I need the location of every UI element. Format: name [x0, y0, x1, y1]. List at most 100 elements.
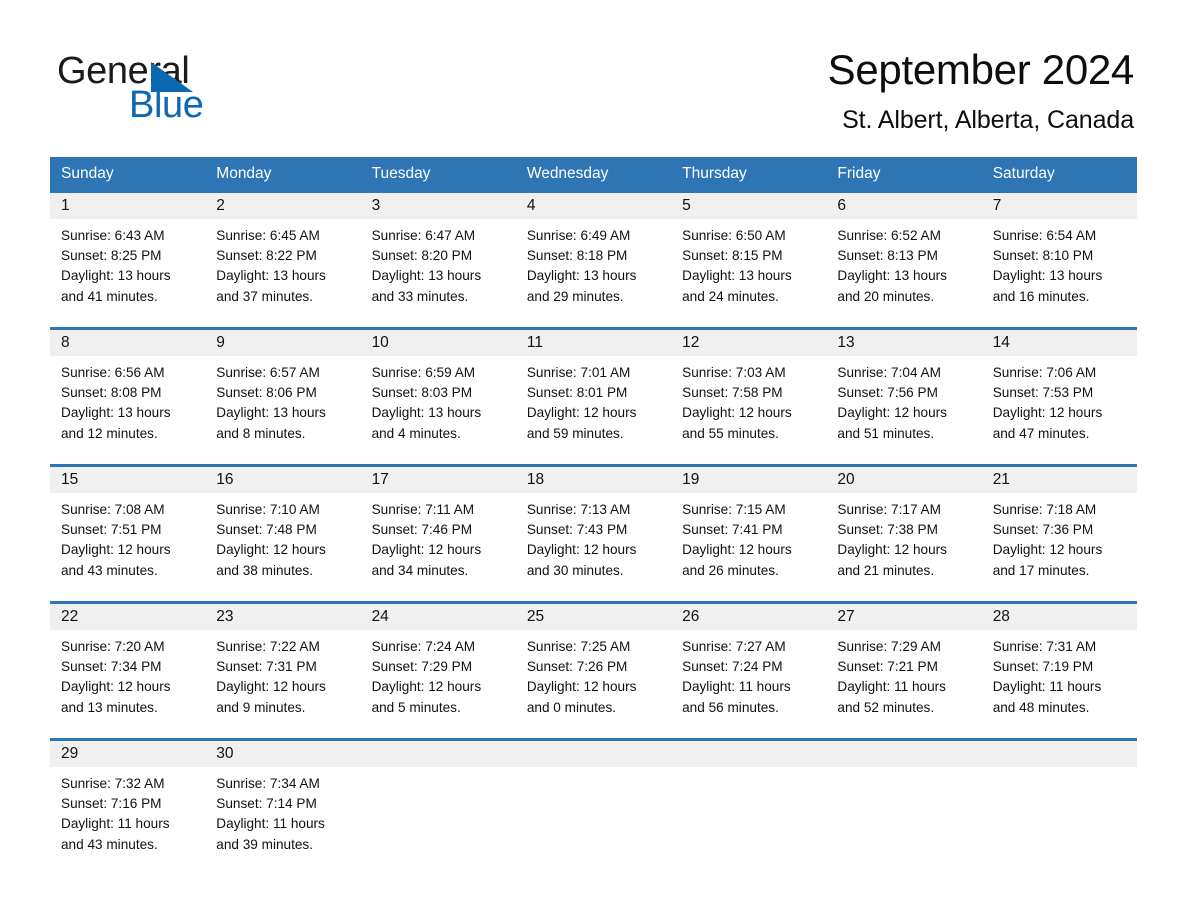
- page-header: General Blue September 2024 St. Albert, …: [0, 0, 1188, 156]
- day-number[interactable]: 27: [826, 604, 981, 630]
- sunrise-text: Sunrise: 7:01 AM: [526, 365, 631, 380]
- calendar-week-row: 1 2 3 4 5 6 7 Sunrise: 6:43 AM Sunset: 8…: [50, 190, 1137, 327]
- daylight-text: Daylight: 13 hours and 20 minutes.: [837, 268, 947, 304]
- sunrise-text: Sunrise: 7:10 AM: [216, 502, 320, 517]
- sunset-text: Sunset: 7:24 PM: [682, 659, 783, 675]
- day-number[interactable]: 17: [361, 467, 516, 493]
- day-number[interactable]: 18: [516, 467, 671, 493]
- daylight-text: Daylight: 12 hours and 9 minutes.: [216, 679, 326, 715]
- day-number[interactable]: 7: [982, 193, 1137, 219]
- sunrise-text: Sunrise: 6:47 AM: [371, 228, 476, 243]
- sunset-text: Sunset: 7:58 PM: [682, 385, 783, 401]
- day-number[interactable]: 9: [205, 330, 360, 356]
- day-cell: Sunrise: 7:22 AM Sunset: 7:31 PM Dayligh…: [205, 630, 360, 738]
- day-cell-empty: [671, 767, 826, 875]
- daylight-text: Daylight: 12 hours and 47 minutes.: [992, 405, 1103, 441]
- day-number-empty: [826, 741, 981, 767]
- day-cell: Sunrise: 6:54 AM Sunset: 8:10 PM Dayligh…: [982, 219, 1137, 327]
- sunrise-text: Sunrise: 6:59 AM: [371, 365, 476, 380]
- sunrise-text: Sunrise: 7:04 AM: [837, 365, 941, 380]
- daylight-text: Daylight: 12 hours and 38 minutes.: [216, 542, 326, 578]
- day-number[interactable]: 19: [671, 467, 826, 493]
- daylight-text: Daylight: 12 hours and 55 minutes.: [682, 405, 792, 441]
- sunrise-text: Sunrise: 7:18 AM: [992, 502, 1097, 517]
- day-number[interactable]: 1: [50, 193, 205, 219]
- daylight-text: Daylight: 12 hours and 5 minutes.: [371, 679, 482, 715]
- sunset-text: Sunset: 8:06 PM: [216, 385, 317, 401]
- day-number[interactable]: 15: [50, 467, 205, 493]
- daylight-text: Daylight: 12 hours and 59 minutes.: [526, 405, 637, 441]
- day-number[interactable]: 23: [205, 604, 360, 630]
- week-date-band: 29 30: [50, 741, 1137, 767]
- day-number[interactable]: 2: [205, 193, 360, 219]
- week-info-band: Sunrise: 7:08 AM Sunset: 7:51 PM Dayligh…: [50, 493, 1137, 601]
- day-number[interactable]: 14: [982, 330, 1137, 356]
- day-number[interactable]: 5: [671, 193, 826, 219]
- sunrise-text: Sunrise: 7:17 AM: [837, 502, 941, 517]
- day-number-empty: [982, 741, 1137, 767]
- day-number[interactable]: 16: [205, 467, 360, 493]
- day-number[interactable]: 10: [361, 330, 516, 356]
- day-cell: Sunrise: 6:43 AM Sunset: 8:25 PM Dayligh…: [50, 219, 205, 327]
- sunset-text: Sunset: 7:34 PM: [61, 659, 162, 675]
- day-cell: Sunrise: 6:49 AM Sunset: 8:18 PM Dayligh…: [516, 219, 671, 327]
- day-cell: Sunrise: 6:56 AM Sunset: 8:08 PM Dayligh…: [50, 356, 205, 464]
- daylight-text: Daylight: 13 hours and 4 minutes.: [371, 405, 482, 441]
- sunset-text: Sunset: 8:01 PM: [526, 385, 628, 401]
- sunset-text: Sunset: 7:19 PM: [992, 659, 1094, 675]
- day-number[interactable]: 4: [516, 193, 671, 219]
- sunrise-text: Sunrise: 7:31 AM: [992, 639, 1097, 654]
- week-date-band: 15 16 17 18 19 20 21: [50, 467, 1137, 493]
- sunset-text: Sunset: 7:38 PM: [837, 522, 938, 538]
- day-number[interactable]: 13: [826, 330, 981, 356]
- day-number-empty: [671, 741, 826, 767]
- sunset-text: Sunset: 8:22 PM: [216, 248, 317, 264]
- calendar-week-row: 8 9 10 11 12 13 14 Sunrise: 6:56 AM Suns…: [50, 327, 1137, 464]
- sunset-text: Sunset: 7:14 PM: [216, 796, 317, 812]
- day-number[interactable]: 26: [671, 604, 826, 630]
- sunrise-text: Sunrise: 6:54 AM: [992, 228, 1097, 243]
- day-number[interactable]: 25: [516, 604, 671, 630]
- day-number[interactable]: 12: [671, 330, 826, 356]
- day-number[interactable]: 30: [205, 741, 360, 767]
- day-cell: Sunrise: 6:45 AM Sunset: 8:22 PM Dayligh…: [205, 219, 360, 327]
- daylight-text: Daylight: 13 hours and 12 minutes.: [61, 405, 171, 441]
- daylight-text: Daylight: 11 hours and 43 minutes.: [61, 816, 170, 852]
- sunset-text: Sunset: 7:16 PM: [61, 796, 162, 812]
- day-number[interactable]: 21: [982, 467, 1137, 493]
- day-number[interactable]: 29: [50, 741, 205, 767]
- weekday-header-saturday: Saturday: [992, 165, 1055, 182]
- day-cell: Sunrise: 7:20 AM Sunset: 7:34 PM Dayligh…: [50, 630, 205, 738]
- daylight-text: Daylight: 11 hours and 48 minutes.: [992, 679, 1102, 715]
- sunrise-text: Sunrise: 7:25 AM: [526, 639, 631, 654]
- day-cell: Sunrise: 7:34 AM Sunset: 7:14 PM Dayligh…: [205, 767, 360, 875]
- day-number[interactable]: 6: [826, 193, 981, 219]
- day-cell: Sunrise: 7:08 AM Sunset: 7:51 PM Dayligh…: [50, 493, 205, 601]
- daylight-text: Daylight: 11 hours and 52 minutes.: [837, 679, 946, 715]
- sunrise-text: Sunrise: 6:45 AM: [216, 228, 320, 243]
- general-blue-logo: General Blue: [57, 52, 317, 132]
- weekday-header-row: Sunday Monday Tuesday Wednesday Thursday…: [50, 157, 1137, 190]
- week-info-band: Sunrise: 6:56 AM Sunset: 8:08 PM Dayligh…: [50, 356, 1137, 464]
- day-cell: Sunrise: 7:32 AM Sunset: 7:16 PM Dayligh…: [50, 767, 205, 875]
- week-date-band: 8 9 10 11 12 13 14: [50, 330, 1137, 356]
- sunrise-text: Sunrise: 6:56 AM: [61, 365, 165, 380]
- sunset-text: Sunset: 8:08 PM: [61, 385, 162, 401]
- day-number[interactable]: 24: [361, 604, 516, 630]
- day-number[interactable]: 11: [516, 330, 671, 356]
- sunrise-text: Sunrise: 7:27 AM: [682, 639, 786, 654]
- day-number[interactable]: 8: [50, 330, 205, 356]
- sunrise-text: Sunrise: 7:29 AM: [837, 639, 941, 654]
- sunrise-text: Sunrise: 6:52 AM: [837, 228, 941, 243]
- sunset-text: Sunset: 8:25 PM: [61, 248, 162, 264]
- calendar-page: General Blue September 2024 St. Albert, …: [0, 0, 1188, 918]
- daylight-text: Daylight: 12 hours and 0 minutes.: [526, 679, 637, 715]
- day-cell-empty: [826, 767, 981, 875]
- day-cell-empty: [516, 767, 671, 875]
- day-number[interactable]: 20: [826, 467, 981, 493]
- day-number[interactable]: 22: [50, 604, 205, 630]
- day-number[interactable]: 3: [361, 193, 516, 219]
- daylight-text: Daylight: 11 hours and 56 minutes.: [682, 679, 791, 715]
- day-number[interactable]: 28: [982, 604, 1137, 630]
- sunset-text: Sunset: 7:56 PM: [837, 385, 938, 401]
